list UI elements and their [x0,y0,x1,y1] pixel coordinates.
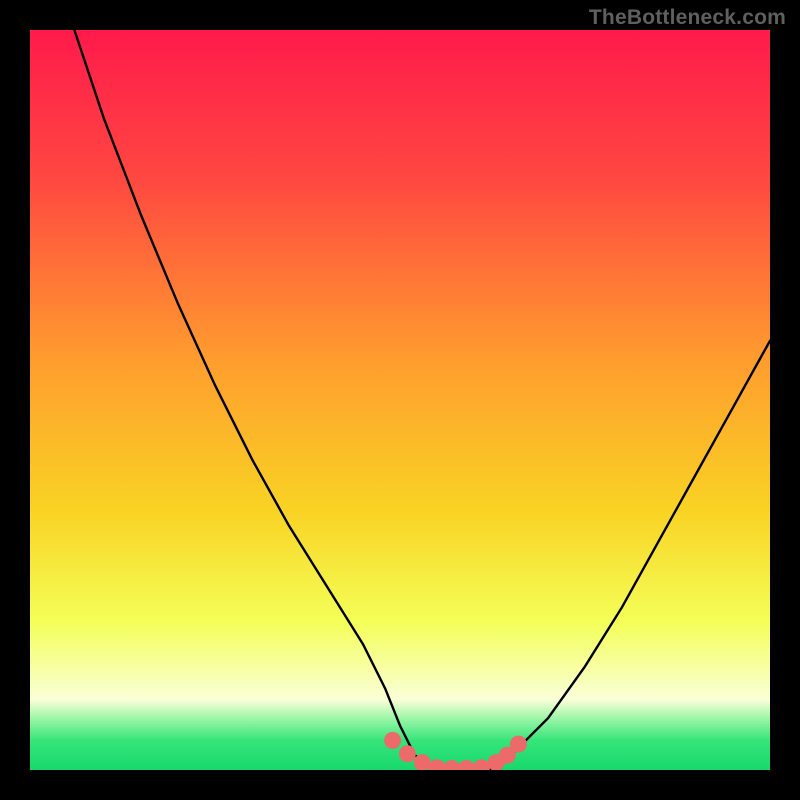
chart-frame: TheBottleneck.com [0,0,800,800]
bottleneck-chart [30,30,770,770]
marker-dot [399,745,416,762]
marker-dot [384,732,401,749]
watermark-text: TheBottleneck.com [589,6,786,30]
marker-dot [510,736,527,753]
gradient-background [30,30,770,770]
